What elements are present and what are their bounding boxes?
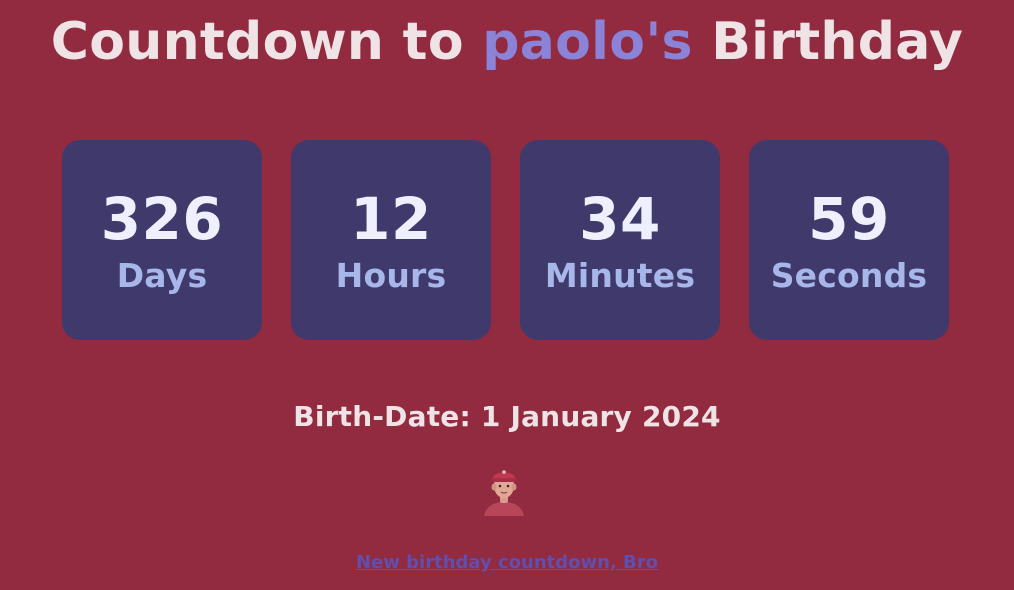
minutes-label: Minutes bbox=[544, 255, 696, 295]
birthday-person-name: paolo's bbox=[482, 12, 693, 72]
countdown-cards: 326 Days 12 Hours 34 Minutes 59 Seconds bbox=[62, 140, 949, 340]
hours-value: 12 bbox=[350, 184, 432, 253]
hours-label: Hours bbox=[335, 255, 447, 295]
person-avatar-icon bbox=[484, 470, 524, 516]
days-card: 326 Days bbox=[62, 140, 262, 340]
seconds-label: Seconds bbox=[770, 255, 928, 295]
title-prefix: Countdown to bbox=[50, 12, 483, 72]
page-title: Countdown to paolo's Birthday bbox=[0, 10, 1014, 75]
hours-card: 12 Hours bbox=[291, 140, 491, 340]
title-suffix: Birthday bbox=[692, 12, 964, 72]
minutes-card: 34 Minutes bbox=[520, 140, 720, 340]
new-countdown-link[interactable]: New birthday countdown, Bro bbox=[0, 552, 1014, 573]
birth-date-text: Birth-Date: 1 January 2024 bbox=[293, 400, 721, 433]
seconds-value: 59 bbox=[808, 184, 890, 253]
days-label: Days bbox=[116, 255, 208, 295]
minutes-value: 34 bbox=[579, 184, 661, 253]
countdown-page: Countdown to paolo's Birthday 326 Days 1… bbox=[0, 0, 1014, 590]
days-value: 326 bbox=[100, 184, 224, 253]
seconds-card: 59 Seconds bbox=[749, 140, 949, 340]
